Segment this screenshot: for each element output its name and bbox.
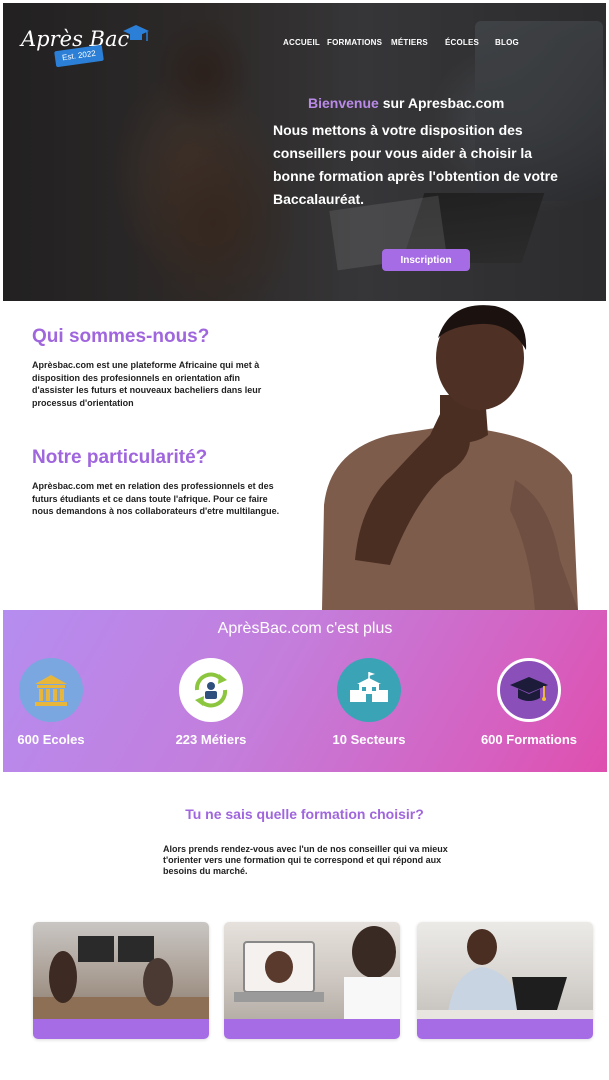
laptop-work-photo — [417, 922, 593, 1020]
particularity-text: Aprèsbac.com met en relation des profess… — [32, 481, 280, 516]
hero-text: Nous mettons à votre disposition des con… — [273, 122, 558, 207]
card-bar — [224, 1019, 400, 1039]
stat-secteurs: 10 Secteurs — [309, 658, 429, 747]
video-call-photo — [224, 922, 400, 1020]
site-logo[interactable]: Après Bac Est. 2022 — [17, 23, 149, 73]
hero-welcome: Bienvenue sur Apresbac.com — [308, 95, 504, 111]
school-building-icon — [19, 658, 83, 722]
about-text: Aprèsbac.com est une plateforme Africain… — [32, 360, 262, 408]
stat-formations: 600 Formations — [469, 658, 589, 747]
thinking-man-photo — [322, 305, 578, 610]
welcome-rest: sur Apresbac.com — [378, 95, 505, 111]
stat-formations-label: 600 Formations — [480, 732, 578, 747]
card-video-call[interactable] — [224, 922, 400, 1039]
card-bar — [417, 1019, 593, 1039]
stat-secteurs-label: 10 Secteurs — [332, 732, 406, 747]
card-bar — [33, 1019, 209, 1039]
stat-metiers-label: 223 Métiers — [175, 732, 247, 747]
stat-metiers: 223 Métiers — [151, 658, 271, 747]
particularity-title: Notre particularité? — [32, 447, 208, 468]
nav-blog[interactable]: BLOG — [495, 38, 519, 47]
card-meeting[interactable] — [33, 922, 209, 1039]
nav-metiers[interactable]: MÉTIERS — [391, 38, 428, 47]
about-title: Qui sommes-nous? — [32, 326, 210, 347]
hero-banner: Après Bac Est. 2022 ACCUEIL FORMATIONS M… — [3, 3, 606, 301]
career-cycle-icon — [179, 658, 243, 722]
mortarboard-icon — [497, 658, 561, 722]
graduation-cap-icon — [123, 25, 149, 41]
school-house-icon — [337, 658, 401, 722]
cta-title: Tu ne sais quelle formation choisir? — [185, 806, 424, 822]
nav-ecoles[interactable]: ÉCOLES — [445, 38, 479, 47]
stats-band: AprèsBac.com c'est plus 600 Ecoles 223 M… — [3, 610, 607, 772]
nav-accueil[interactable]: ACCUEIL — [283, 38, 320, 47]
nav-formations[interactable]: FORMATIONS — [327, 38, 382, 47]
inscription-button[interactable]: Inscription — [382, 249, 470, 271]
meeting-photo — [33, 922, 209, 1020]
stat-ecoles: 600 Ecoles — [0, 658, 111, 747]
stat-ecoles-label: 600 Ecoles — [17, 732, 85, 747]
cta-text: Alors prends rendez-vous avec l'un de no… — [163, 844, 448, 876]
card-laptop-work[interactable] — [417, 922, 593, 1039]
stats-title: AprèsBac.com c'est plus — [217, 620, 393, 637]
welcome-accent: Bienvenue — [308, 95, 379, 111]
